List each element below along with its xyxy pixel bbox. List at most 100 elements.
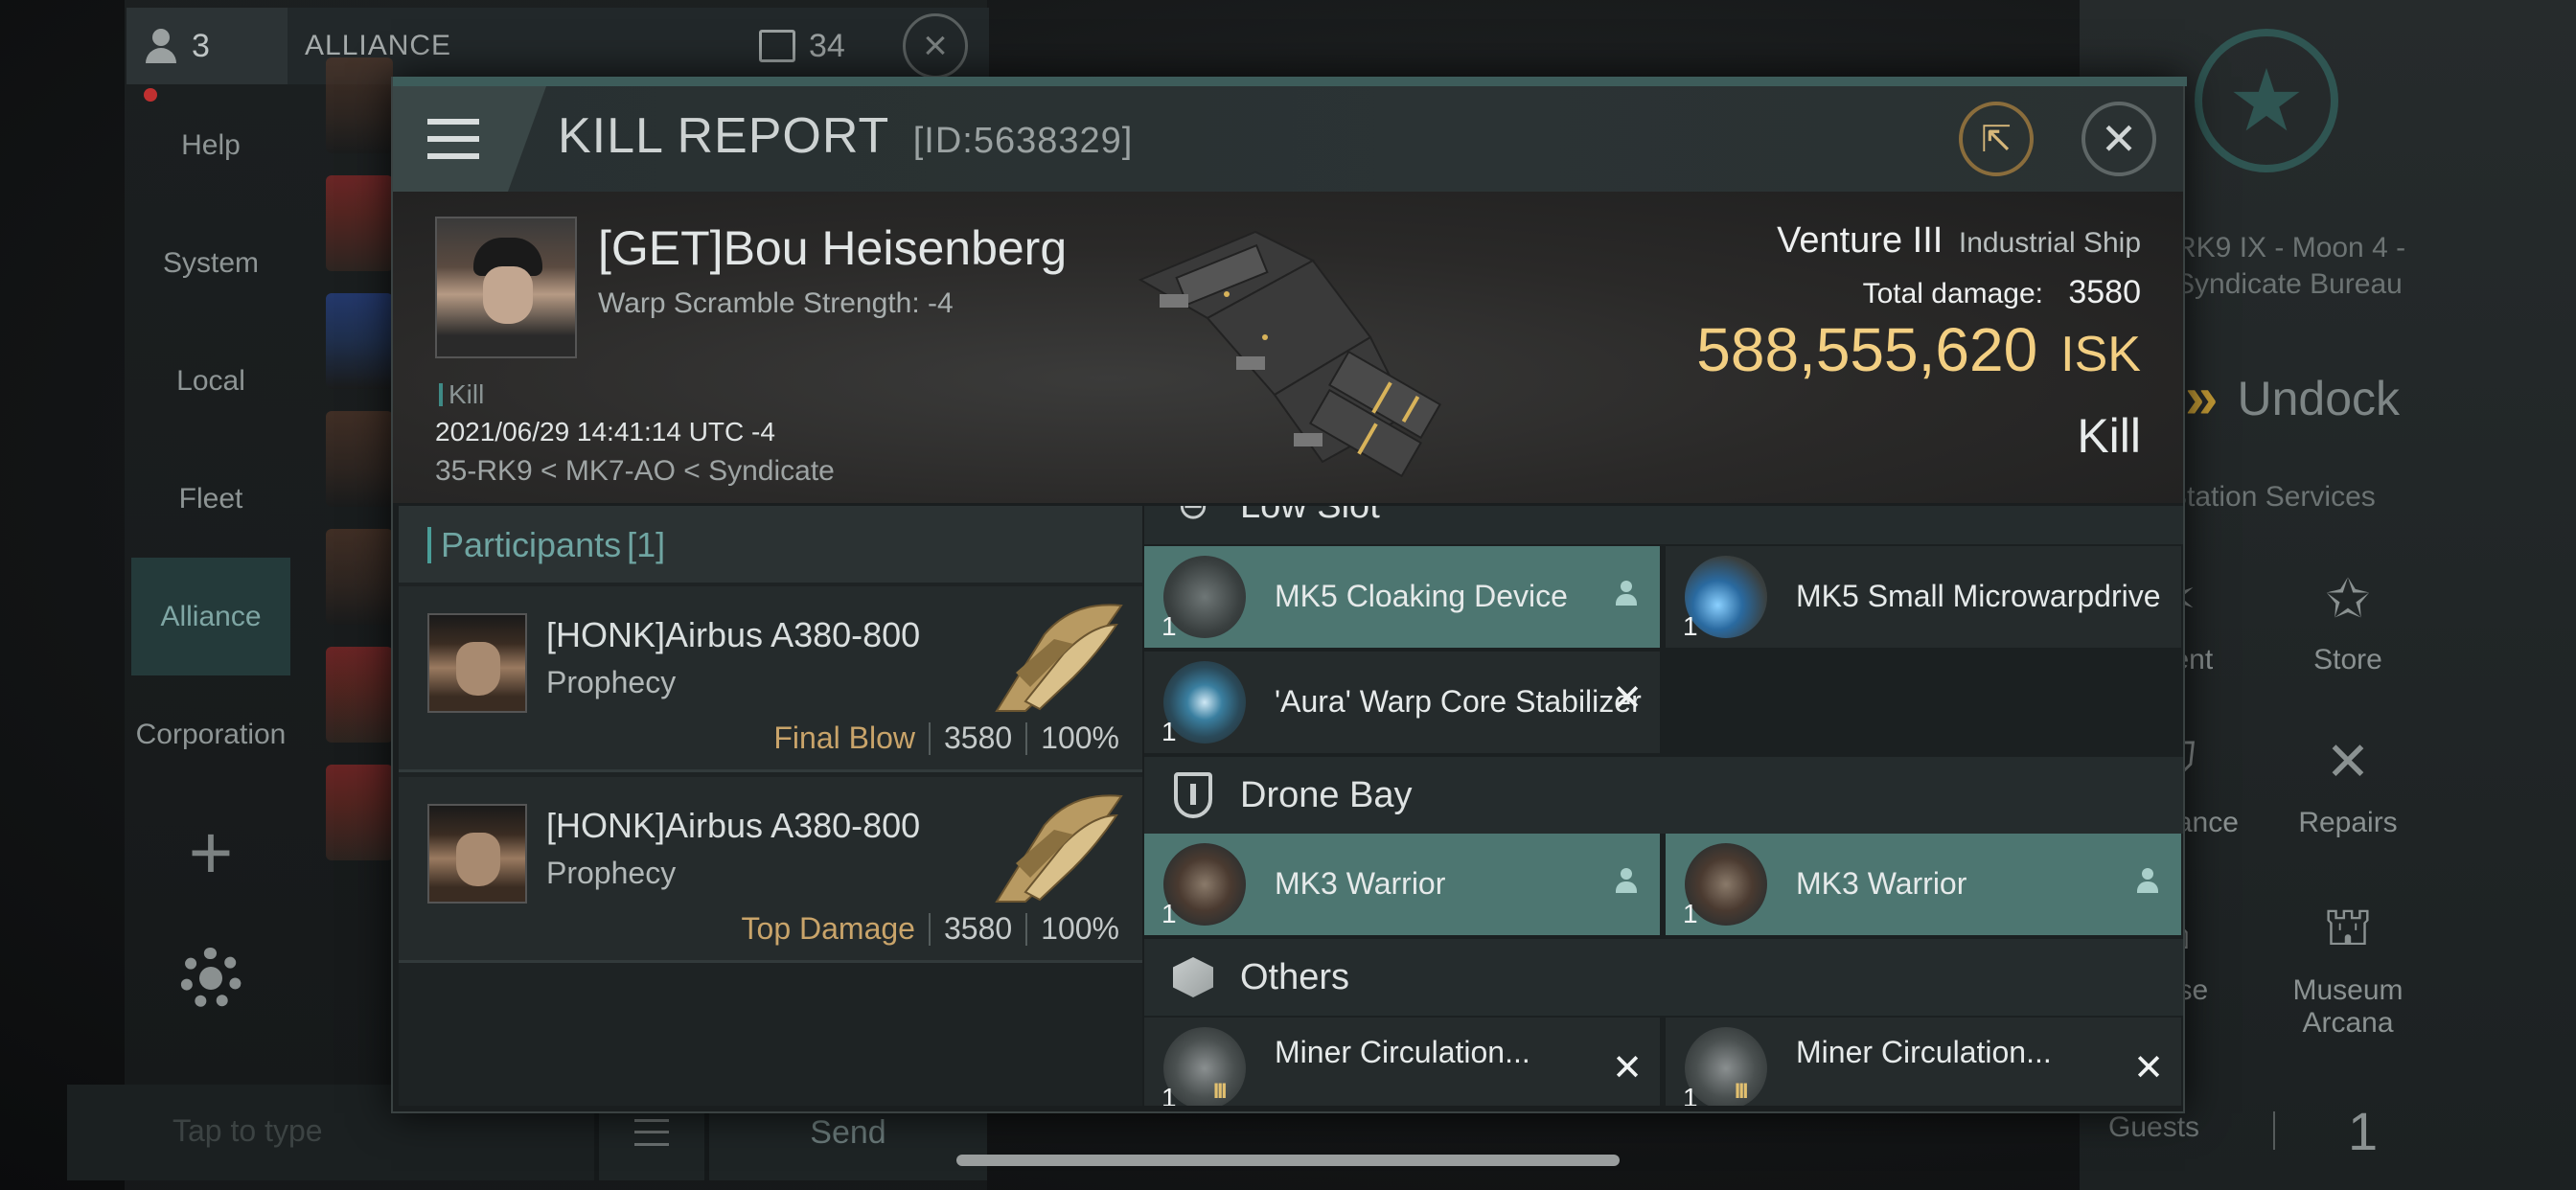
service-store[interactable]: ✩ Store xyxy=(2262,565,2434,676)
divider xyxy=(2273,1111,2275,1150)
kill-report-window: KILL REPORT [ID:5638329] ⇱ ✕ [GET]Bou He… xyxy=(391,77,2187,1113)
station-name: RK9 IX - Moon 4 - Syndicate Bureau xyxy=(2175,232,2406,300)
participant-damage: 3580 xyxy=(943,911,1013,946)
share-icon: ⇱ xyxy=(1981,119,2012,160)
item-slot[interactable]: 1 MK5 Cloaking Device xyxy=(1144,546,1660,648)
item-quantity: 1 xyxy=(1683,899,1698,928)
add-channel-icon[interactable]: + xyxy=(131,793,290,911)
victim-header: [GET]Bou Heisenberg Warp Scramble Streng… xyxy=(393,192,2183,503)
divider xyxy=(1025,721,1028,755)
item-quantity: 1 xyxy=(1162,611,1177,641)
item-slot[interactable]: III 1 Miner Circulation... ✕ xyxy=(1666,1018,2181,1106)
item-name: MK3 Warrior xyxy=(1275,866,1446,901)
pilot-icon xyxy=(1614,581,1639,609)
nav-item-help[interactable]: Help xyxy=(131,86,290,204)
chat-message-count[interactable]: 34 xyxy=(759,28,845,65)
participant-portrait[interactable] xyxy=(427,613,527,713)
person-icon xyxy=(144,29,178,63)
nav-item-corporation[interactable]: Corporation xyxy=(131,675,290,793)
destroyed-icon: ✕ xyxy=(1612,1048,1643,1088)
participant-name: [HONK]Airbus A380-800 xyxy=(546,806,921,845)
kill-report-id: [ID:5638329] xyxy=(912,121,1134,161)
avatar[interactable] xyxy=(326,293,393,389)
service-repairs[interactable]: ✕ Repairs xyxy=(2262,728,2434,839)
list-icon xyxy=(634,1119,669,1146)
close-button[interactable]: ✕ xyxy=(2082,102,2156,176)
item-quantity: 1 xyxy=(1162,717,1177,746)
nav-item-fleet[interactable]: Fleet xyxy=(131,440,290,558)
item-grade: III xyxy=(1735,1079,1748,1103)
avatar[interactable] xyxy=(326,765,393,860)
isk-amount: 588,555,620 xyxy=(1696,315,2038,384)
item-name: 'Aura' Warp Core Stabilizer xyxy=(1275,684,1642,719)
participant-row[interactable]: [HONK]Airbus A380-800 Prophecy Top Damag… xyxy=(399,777,1142,963)
participant-tag: Top Damage xyxy=(741,911,915,946)
guests-label: Guests xyxy=(2108,1111,2200,1143)
item-name: MK5 Cloaking Device xyxy=(1275,579,1568,613)
menu-button[interactable] xyxy=(393,86,546,192)
chat-member-count-button[interactable]: 3 xyxy=(126,8,288,84)
participant-portrait[interactable] xyxy=(427,804,527,904)
prophecy-ship-icon xyxy=(995,794,1123,903)
venture-ship-render xyxy=(1138,230,1441,478)
kill-result: Kill xyxy=(2077,409,2141,463)
item-quantity: 1 xyxy=(1683,1083,1698,1106)
home-indicator[interactable] xyxy=(956,1155,1620,1166)
item-slot[interactable]: 1 MK3 Warrior xyxy=(1144,834,1660,935)
avatar[interactable] xyxy=(326,57,393,153)
avatar[interactable] xyxy=(326,529,393,625)
kill-report-titlebar: KILL REPORT [ID:5638329] ⇱ ✕ xyxy=(393,86,2183,192)
divider xyxy=(928,912,931,946)
section-title: Others xyxy=(1240,956,1350,997)
item-slot[interactable]: 1 MK5 Small Microwarpdrive xyxy=(1666,546,2181,648)
victim-portrait[interactable] xyxy=(435,217,577,358)
item-slot[interactable]: III 1 Miner Circulation... ✕ xyxy=(1144,1018,1660,1106)
nav-item-local[interactable]: Local xyxy=(131,322,290,440)
chat-header: 3 ALLIANCE 34 × xyxy=(126,8,989,84)
kill-report-title-text: KILL REPORT xyxy=(558,108,889,164)
ship-class: Industrial Ship xyxy=(1958,227,2141,259)
service-museum-arcana[interactable]: ⛫ Museum Arcana xyxy=(2262,896,2434,1040)
share-button[interactable]: ⇱ xyxy=(1959,102,2034,176)
gear-icon xyxy=(180,948,242,1009)
section-others: Others xyxy=(1144,939,2183,1016)
chat-close-icon[interactable]: × xyxy=(903,13,968,79)
pilot-icon xyxy=(1614,868,1639,897)
avatar[interactable] xyxy=(326,647,393,743)
victim-name[interactable]: [GET]Bou Heisenberg xyxy=(598,220,1067,276)
drone-bay-icon xyxy=(1169,771,1217,819)
total-damage-value: 3580 xyxy=(2068,274,2141,310)
chat-unread-count: 34 xyxy=(809,27,845,64)
cargo-box-icon xyxy=(1169,953,1217,1001)
divider xyxy=(928,721,931,755)
kill-tag: Kill xyxy=(439,379,484,410)
avatar[interactable] xyxy=(326,411,393,507)
participant-damage: 3580 xyxy=(943,721,1013,755)
nav-item-alliance[interactable]: Alliance xyxy=(131,558,290,675)
item-name: MK5 Small Microwarpdrive xyxy=(1796,579,2161,613)
undock-button[interactable]: » Undock xyxy=(2185,364,2400,432)
chat-channel-nav: Help System Local Fleet Alliance Corpora… xyxy=(131,86,290,1083)
item-slot[interactable]: 1 MK3 Warrior xyxy=(1666,834,2181,935)
participant-ship: Prophecy xyxy=(546,665,677,699)
item-name: Miner Circulation... xyxy=(1796,1035,2052,1069)
guests-count: 1 xyxy=(2348,1101,2379,1161)
destroyed-icon: ✕ xyxy=(1612,678,1643,719)
section-low-slot: ⊖ Low Slot xyxy=(1144,506,2183,544)
participant-percent: 100% xyxy=(1041,911,1119,946)
participant-row[interactable]: [HONK]Airbus A380-800 Prophecy Final Blo… xyxy=(399,586,1142,772)
item-name: Miner Circulation... xyxy=(1275,1035,1530,1069)
total-damage: Total damage: 3580 xyxy=(1863,274,2141,311)
item-slot[interactable]: 1 'Aura' Warp Core Stabilizer ✕ xyxy=(1144,652,1660,753)
ship-type: Venture III Industrial Ship xyxy=(1777,220,2141,262)
nav-item-system[interactable]: System xyxy=(131,204,290,322)
kill-datetime: 2021/06/29 14:41:14 UTC -4 xyxy=(435,417,775,446)
avatar[interactable] xyxy=(326,175,393,271)
items-panel[interactable]: ⊖ Low Slot 1 MK5 Cloaking Device 1 MK5 S… xyxy=(1144,506,2183,1106)
chat-settings-button[interactable] xyxy=(131,911,290,1045)
section-drone-bay: Drone Bay xyxy=(1144,757,2183,834)
chat-member-count: 3 xyxy=(192,27,210,64)
kill-report-title: KILL REPORT [ID:5638329] xyxy=(558,107,1133,165)
participants-header: Participants [1] xyxy=(399,506,1142,583)
total-damage-label: Total damage: xyxy=(1862,278,2044,309)
